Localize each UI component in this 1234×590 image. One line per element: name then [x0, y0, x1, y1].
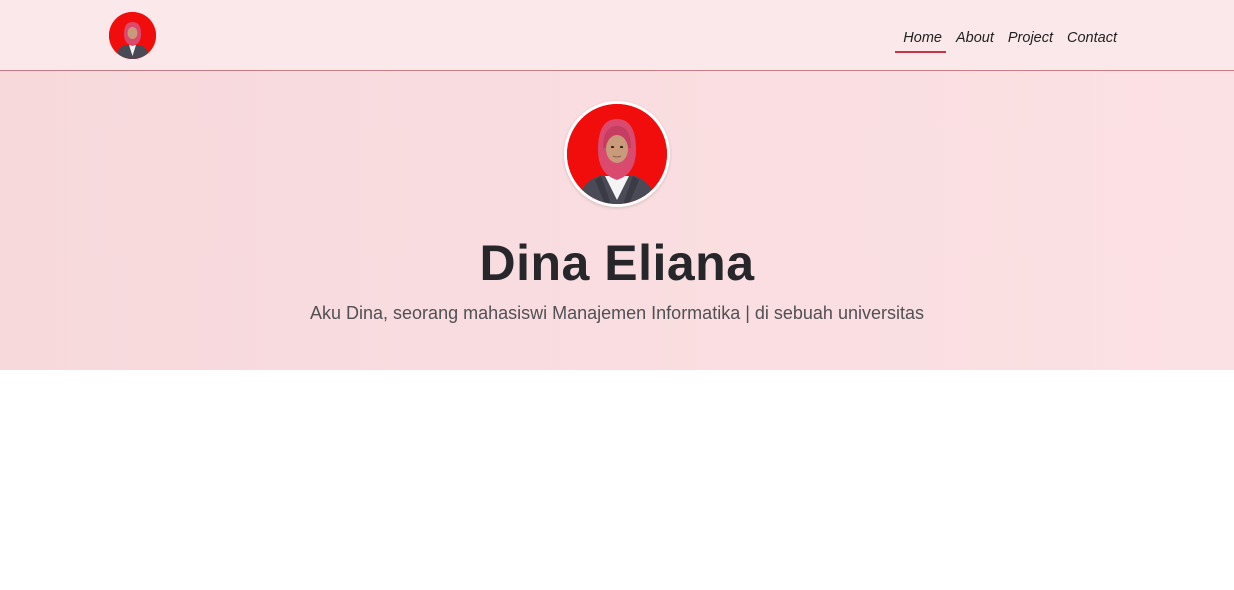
- nav-link-home[interactable]: Home: [895, 28, 949, 53]
- nav-link-project[interactable]: Project: [1001, 28, 1060, 48]
- hero-avatar: [564, 101, 670, 207]
- hero-tagline: Aku Dina, seorang mahasiswi Manajemen In…: [310, 303, 924, 323]
- nav-link-about[interactable]: About: [949, 28, 1001, 48]
- brand-avatar[interactable]: [109, 12, 156, 59]
- navbar: Home About Project Contact: [0, 0, 1234, 71]
- hero-section: Dina Eliana Aku Dina, seorang mahasiswi …: [0, 71, 1234, 370]
- nav-link-contact[interactable]: Contact: [1060, 28, 1124, 48]
- profile-photo-icon: [109, 12, 156, 59]
- hero-name: Dina Eliana: [479, 235, 755, 291]
- nav-menu: Home About Project Contact: [895, 28, 1124, 53]
- profile-photo-icon: [567, 104, 667, 204]
